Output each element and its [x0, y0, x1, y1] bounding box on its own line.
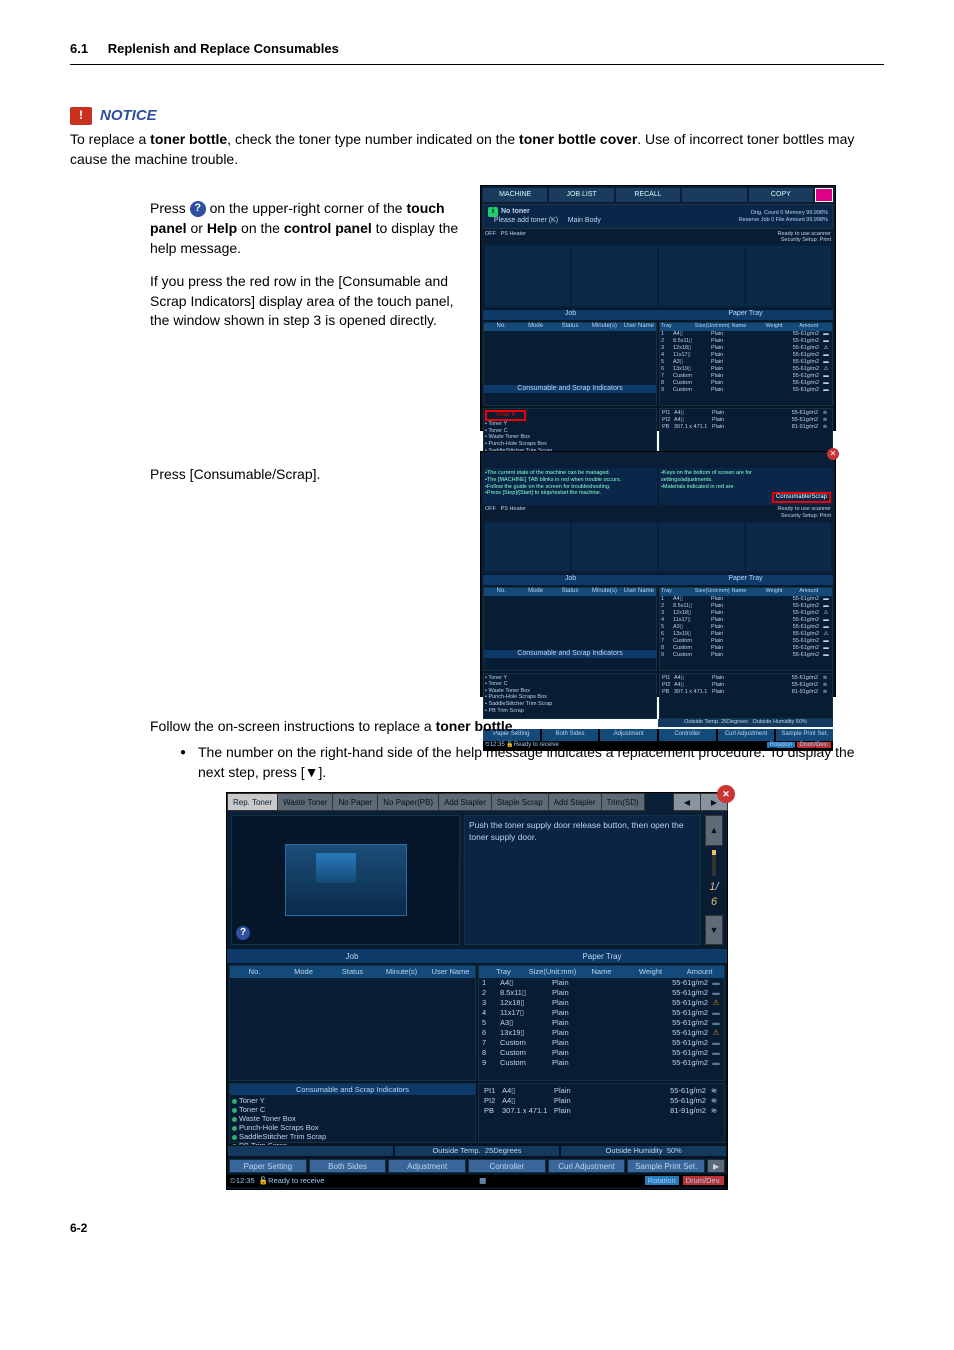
help-tabs: Rep. Toner Waste Toner No Paper No Paper… — [227, 793, 727, 811]
section-header: 6.1 Replenish and Replace Consumables — [70, 40, 884, 65]
toner-k-warning: Toner K — [485, 410, 526, 421]
consumable-scrap-button-highlight: Consumable/Scrap — [772, 492, 831, 503]
footer-next-icon: ▶ — [707, 1159, 725, 1173]
help-icon: ? — [190, 201, 206, 217]
notice-heading: ! NOTICE — [70, 105, 884, 126]
tab-prev-icon: ◀ — [673, 793, 701, 811]
close-icon: ✕ — [827, 448, 839, 460]
touch-panel-screenshot-2: ✕ •The current state of the machine can … — [480, 451, 836, 697]
section-title: Replenish and Replace Consumables — [108, 41, 339, 56]
help-corner-icon — [815, 188, 833, 202]
illustration-area: ? — [231, 815, 460, 945]
notice-icon: ! — [70, 107, 92, 125]
help-window-screenshot: ✕ Rep. Toner Waste Toner No Paper No Pap… — [226, 792, 728, 1190]
close-icon: ✕ — [717, 785, 735, 803]
step3-bullet: The number on the right-hand side of the… — [180, 743, 884, 782]
step2-p1: Press [Consumable/Scrap]. — [150, 465, 460, 485]
step-up-icon: ▲ — [705, 815, 723, 846]
notice-body: To replace a toner bottle, check the ton… — [70, 130, 884, 169]
help-icon: ? — [236, 926, 250, 940]
step1-p2: If you press the red row in the [Consuma… — [150, 272, 460, 331]
page-number: 6-2 — [70, 1220, 884, 1237]
notice-label: NOTICE — [100, 105, 157, 126]
instruction-text: Push the toner supply door release butto… — [464, 815, 701, 945]
info-icon: i — [488, 207, 498, 217]
step-indicator: 1/ 6 — [705, 850, 723, 911]
touch-panel-screenshot-1: MACHINE JOB LIST RECALL COPY iNo toner P… — [480, 185, 836, 431]
step-down-icon: ▼ — [705, 915, 723, 946]
printer-graphic — [285, 844, 407, 916]
step1-p1: Press ? on the upper-right corner of the… — [150, 199, 460, 258]
section-number: 6.1 — [70, 41, 88, 56]
